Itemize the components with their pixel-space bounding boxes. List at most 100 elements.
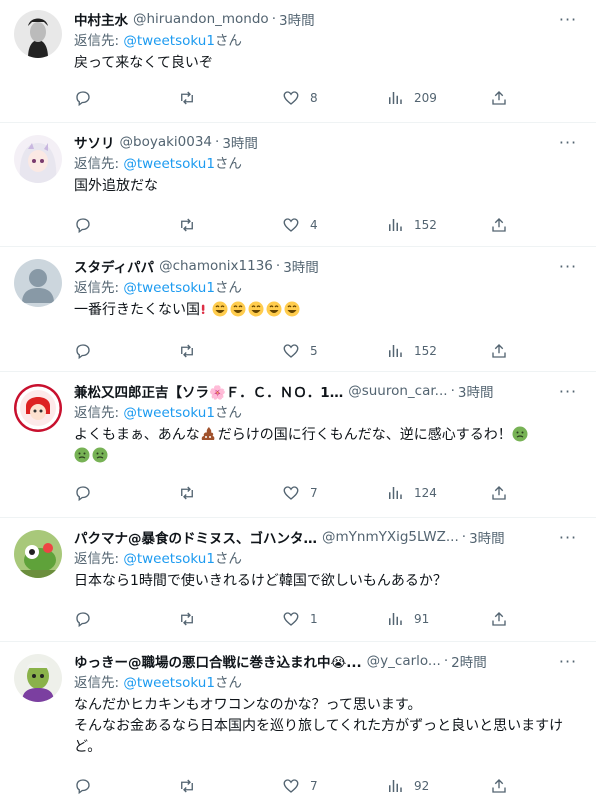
views-icon (389, 345, 402, 357)
tweet[interactable]: サソリ @boyaki0034 · 3時間 ··· 返信先: @tweetsok… (0, 123, 596, 247)
mention-link[interactable]: @tweetsoku1 (123, 675, 215, 691)
like-button[interactable]: 1 (282, 609, 386, 629)
tweet-text: 戻って来なくて良いぞ (74, 55, 213, 71)
user-handle[interactable]: @hiruandon_mondo (133, 11, 269, 27)
display-name[interactable]: スタディパパ (74, 256, 154, 276)
display-name[interactable]: 中村主水 (74, 9, 128, 29)
retweet-button[interactable] (178, 483, 282, 503)
reply-to-line: 返信先: @tweetsoku1さん (74, 154, 582, 174)
reply-button[interactable] (74, 776, 178, 796)
nauseated-emoji-icon (512, 426, 528, 442)
retweet-button[interactable] (178, 341, 282, 361)
reply-button[interactable] (74, 483, 178, 503)
avatar[interactable] (14, 654, 62, 702)
retweet-button[interactable] (178, 609, 282, 629)
display-name[interactable]: サソリ (74, 132, 115, 152)
like-button[interactable]: 7 (282, 776, 386, 796)
views-button[interactable]: 91 (386, 609, 490, 629)
exclamation-emoji-icon (201, 304, 205, 314)
like-button[interactable]: 8 (282, 88, 386, 108)
timestamp[interactable]: 2時間 (451, 651, 487, 671)
share-button[interactable] (490, 341, 508, 361)
user-handle[interactable]: @chamonix1136 (159, 258, 273, 274)
views-button[interactable]: 209 (386, 88, 490, 108)
avatar[interactable] (14, 530, 62, 578)
views-icon (389, 487, 402, 499)
display-name[interactable]: ゆっきー@職場の悪口合戦に巻き込まれ中😭... (74, 651, 362, 671)
reply-to-line: 返信先: @tweetsoku1さん (74, 403, 582, 423)
share-button[interactable] (490, 776, 508, 796)
tweet-text: 国外追放だな (74, 178, 158, 194)
reply-icon (76, 486, 90, 502)
reply-button[interactable] (74, 341, 178, 361)
retweet-icon (181, 779, 193, 793)
avatar[interactable] (14, 384, 62, 432)
timestamp[interactable]: 3時間 (458, 381, 494, 401)
display-name[interactable]: パクマナ@暴食のドミヌス、ゴハンタ… (74, 527, 317, 547)
like-button[interactable]: 7 (282, 483, 386, 503)
heart-icon (283, 612, 299, 626)
views-button[interactable]: 152 (386, 341, 490, 361)
retweet-icon (181, 344, 193, 358)
timestamp[interactable]: 3時間 (222, 132, 258, 152)
like-button[interactable]: 5 (282, 341, 386, 361)
reply-to-line: 返信先: @tweetsoku1さん (74, 549, 582, 569)
more-options-icon[interactable]: ··· (554, 255, 582, 277)
like-button[interactable]: 4 (282, 215, 386, 235)
action-bar: 1 91 (74, 609, 582, 629)
share-button[interactable] (490, 215, 508, 235)
avatar[interactable] (14, 259, 62, 307)
views-button[interactable]: 152 (386, 215, 490, 235)
user-handle[interactable]: @suuron_car... (348, 383, 447, 399)
reply-prefix: 返信先: (74, 33, 124, 49)
reply-suffix: さん (214, 405, 242, 421)
like-count: 4 (310, 218, 318, 232)
tweet[interactable]: パクマナ@暴食のドミヌス、ゴハンタ… @mYnmYXig5LWZ... · 3時… (0, 518, 596, 642)
tweet-text: 一番行きたくない国 (74, 302, 200, 318)
mention-link[interactable]: @tweetsoku1 (123, 280, 215, 296)
reply-to-line: 返信先: @tweetsoku1さん (74, 673, 582, 693)
more-options-icon[interactable]: ··· (554, 8, 582, 30)
tweet[interactable]: 中村主水 @hiruandon_mondo · 3時間 ··· 返信先: @tw… (0, 0, 596, 123)
like-count: 7 (310, 486, 318, 500)
user-handle[interactable]: @boyaki0034 (120, 134, 213, 150)
user-handle[interactable]: @mYnmYXig5LWZ... (322, 529, 459, 545)
avatar[interactable] (14, 135, 62, 183)
tweet[interactable]: スタディパパ @chamonix1136 · 3時間 ··· 返信先: @twe… (0, 247, 596, 372)
heart-icon (283, 91, 299, 105)
views-icon (389, 780, 402, 792)
more-options-icon[interactable]: ··· (554, 131, 582, 153)
retweet-button[interactable] (178, 88, 282, 108)
tweet[interactable]: 兼松又四郎正吉【ソラ🌸Ｆ．Ｃ．ＮＯ．1… @suuron_car... · 3時… (0, 372, 596, 518)
display-name[interactable]: 兼松又四郎正吉【ソラ🌸Ｆ．Ｃ．ＮＯ．1… (74, 381, 343, 401)
views-button[interactable]: 92 (386, 776, 490, 796)
more-options-icon[interactable]: ··· (554, 526, 582, 548)
more-options-icon[interactable]: ··· (554, 380, 582, 402)
reply-icon (76, 91, 90, 107)
view-count: 92 (414, 779, 430, 793)
retweet-button[interactable] (178, 215, 282, 235)
grinning-emoji-icon (266, 301, 282, 317)
avatar[interactable] (14, 10, 62, 58)
share-button[interactable] (490, 609, 508, 629)
timestamp[interactable]: 3時間 (469, 527, 505, 547)
retweet-button[interactable] (178, 776, 282, 796)
views-button[interactable]: 124 (386, 483, 490, 503)
mention-link[interactable]: @tweetsoku1 (123, 33, 215, 49)
heart-icon (283, 344, 299, 358)
more-options-icon[interactable]: ··· (554, 650, 582, 672)
reply-button[interactable] (74, 609, 178, 629)
tweet[interactable]: ゆっきー@職場の悪口合戦に巻き込まれ中😭... @y_carlo... · 2時… (0, 642, 596, 810)
share-button[interactable] (490, 88, 508, 108)
timestamp[interactable]: 3時間 (279, 9, 315, 29)
mention-link[interactable]: @tweetsoku1 (123, 551, 215, 567)
timestamp[interactable]: 3時間 (283, 256, 319, 276)
share-icon (492, 344, 506, 358)
mention-link[interactable]: @tweetsoku1 (123, 405, 215, 421)
separator-dot: · (461, 529, 467, 545)
reply-button[interactable] (74, 88, 178, 108)
mention-link[interactable]: @tweetsoku1 (123, 156, 215, 172)
reply-button[interactable] (74, 215, 178, 235)
user-handle[interactable]: @y_carlo... (367, 653, 441, 669)
share-button[interactable] (490, 483, 508, 503)
